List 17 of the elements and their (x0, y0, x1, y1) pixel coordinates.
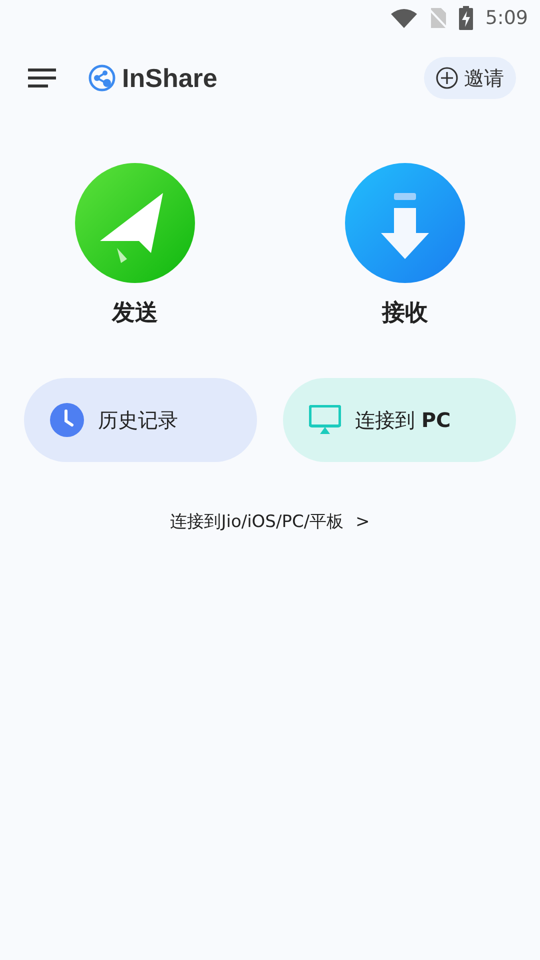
wifi-icon (391, 8, 418, 28)
app-name: InShare (122, 62, 218, 94)
no-sim-icon (429, 7, 448, 29)
status-time: 5:09 (485, 7, 528, 29)
battery-charging-icon (459, 6, 474, 30)
menu-icon[interactable] (28, 68, 56, 88)
connect-devices-link[interactable]: 连接到Jio/iOS/PC/平板 > (170, 510, 370, 533)
plus-circle-icon (436, 67, 458, 89)
history-button[interactable]: 历史记录 (24, 378, 257, 462)
receive-button[interactable]: 接收 (270, 163, 540, 328)
share-logo-icon (88, 64, 116, 92)
paper-plane-icon (75, 163, 195, 283)
monitor-icon (309, 405, 341, 435)
clock-icon (50, 403, 84, 437)
invite-button[interactable]: 邀请 (424, 57, 516, 99)
pc-button[interactable]: 连接到 PC (283, 378, 516, 462)
send-button[interactable]: 发送 (0, 163, 270, 328)
